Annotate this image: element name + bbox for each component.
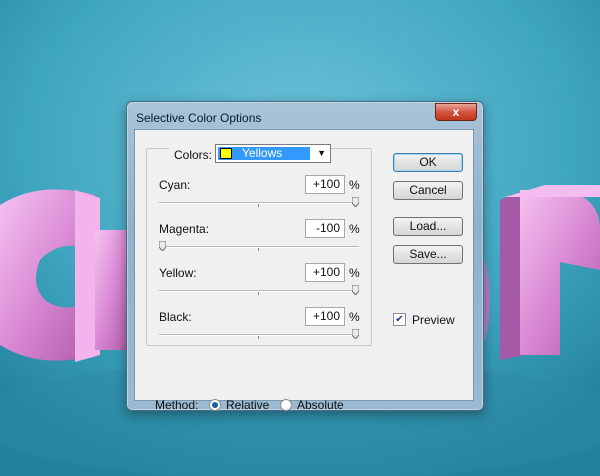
cyan-slider-track[interactable] xyxy=(159,202,359,204)
save-button[interactable]: Save... xyxy=(393,245,463,264)
colors-dropdown[interactable]: Yellows ▼ xyxy=(215,144,331,163)
method-label: Method: xyxy=(155,398,199,412)
radio-selected-dot xyxy=(212,402,218,408)
yellow-slider-thumb[interactable] xyxy=(352,285,359,295)
black-percent-label: % xyxy=(349,310,360,324)
yellow-percent-label: % xyxy=(349,266,360,280)
cyan-label: Cyan: xyxy=(159,178,191,192)
black-slider-track[interactable] xyxy=(159,334,359,336)
load-button[interactable]: Load... xyxy=(393,217,463,236)
black-label: Black: xyxy=(159,310,192,324)
magenta-value-input[interactable]: -100 xyxy=(305,219,345,238)
yellow-center-tick xyxy=(258,292,259,295)
dialog-client-area: Colors: Yellows ▼ Cyan: +100 % Magenta: … xyxy=(134,129,474,412)
magenta-slider-track[interactable] xyxy=(159,246,359,248)
preview-label: Preview xyxy=(412,313,455,327)
checkmark-icon: ✔ xyxy=(395,314,404,325)
close-button[interactable]: x xyxy=(435,103,477,121)
preview-checkbox[interactable]: ✔ xyxy=(393,313,406,326)
black-center-tick xyxy=(258,336,259,339)
black-value-input[interactable]: +100 xyxy=(305,307,345,326)
yellow-swatch xyxy=(220,148,232,159)
yellow-value-input[interactable]: +100 xyxy=(305,263,345,282)
close-icon: x xyxy=(452,105,460,119)
magenta-percent-label: % xyxy=(349,222,360,236)
magenta-slider-thumb[interactable] xyxy=(159,241,166,251)
chevron-down-icon: ▼ xyxy=(317,148,326,158)
relative-radio[interactable] xyxy=(209,399,221,411)
letter-o-shape xyxy=(95,230,130,350)
cancel-button[interactable]: Cancel xyxy=(393,181,463,200)
cyan-value-input[interactable]: +100 xyxy=(305,175,345,194)
relative-label: Relative xyxy=(226,398,270,412)
dialog-title: Selective Color Options xyxy=(136,111,262,125)
cyan-center-tick xyxy=(258,204,259,207)
yellow-slider-track[interactable] xyxy=(159,290,359,292)
black-slider-thumb[interactable] xyxy=(352,329,359,339)
ok-button[interactable]: OK xyxy=(393,153,463,172)
cyan-slider-thumb[interactable] xyxy=(352,197,359,207)
colors-label: Colors: xyxy=(169,148,218,162)
absolute-label: Absolute xyxy=(297,398,344,412)
selective-color-dialog: Selective Color Options x Colors: Yellow… xyxy=(126,101,484,412)
colors-selected-value: Yellows xyxy=(242,146,283,160)
magenta-label: Magenta: xyxy=(159,222,210,236)
yellow-label: Yellow: xyxy=(159,266,197,280)
cyan-percent-label: % xyxy=(349,178,360,192)
magenta-center-tick xyxy=(258,248,259,251)
absolute-radio[interactable] xyxy=(280,399,292,411)
